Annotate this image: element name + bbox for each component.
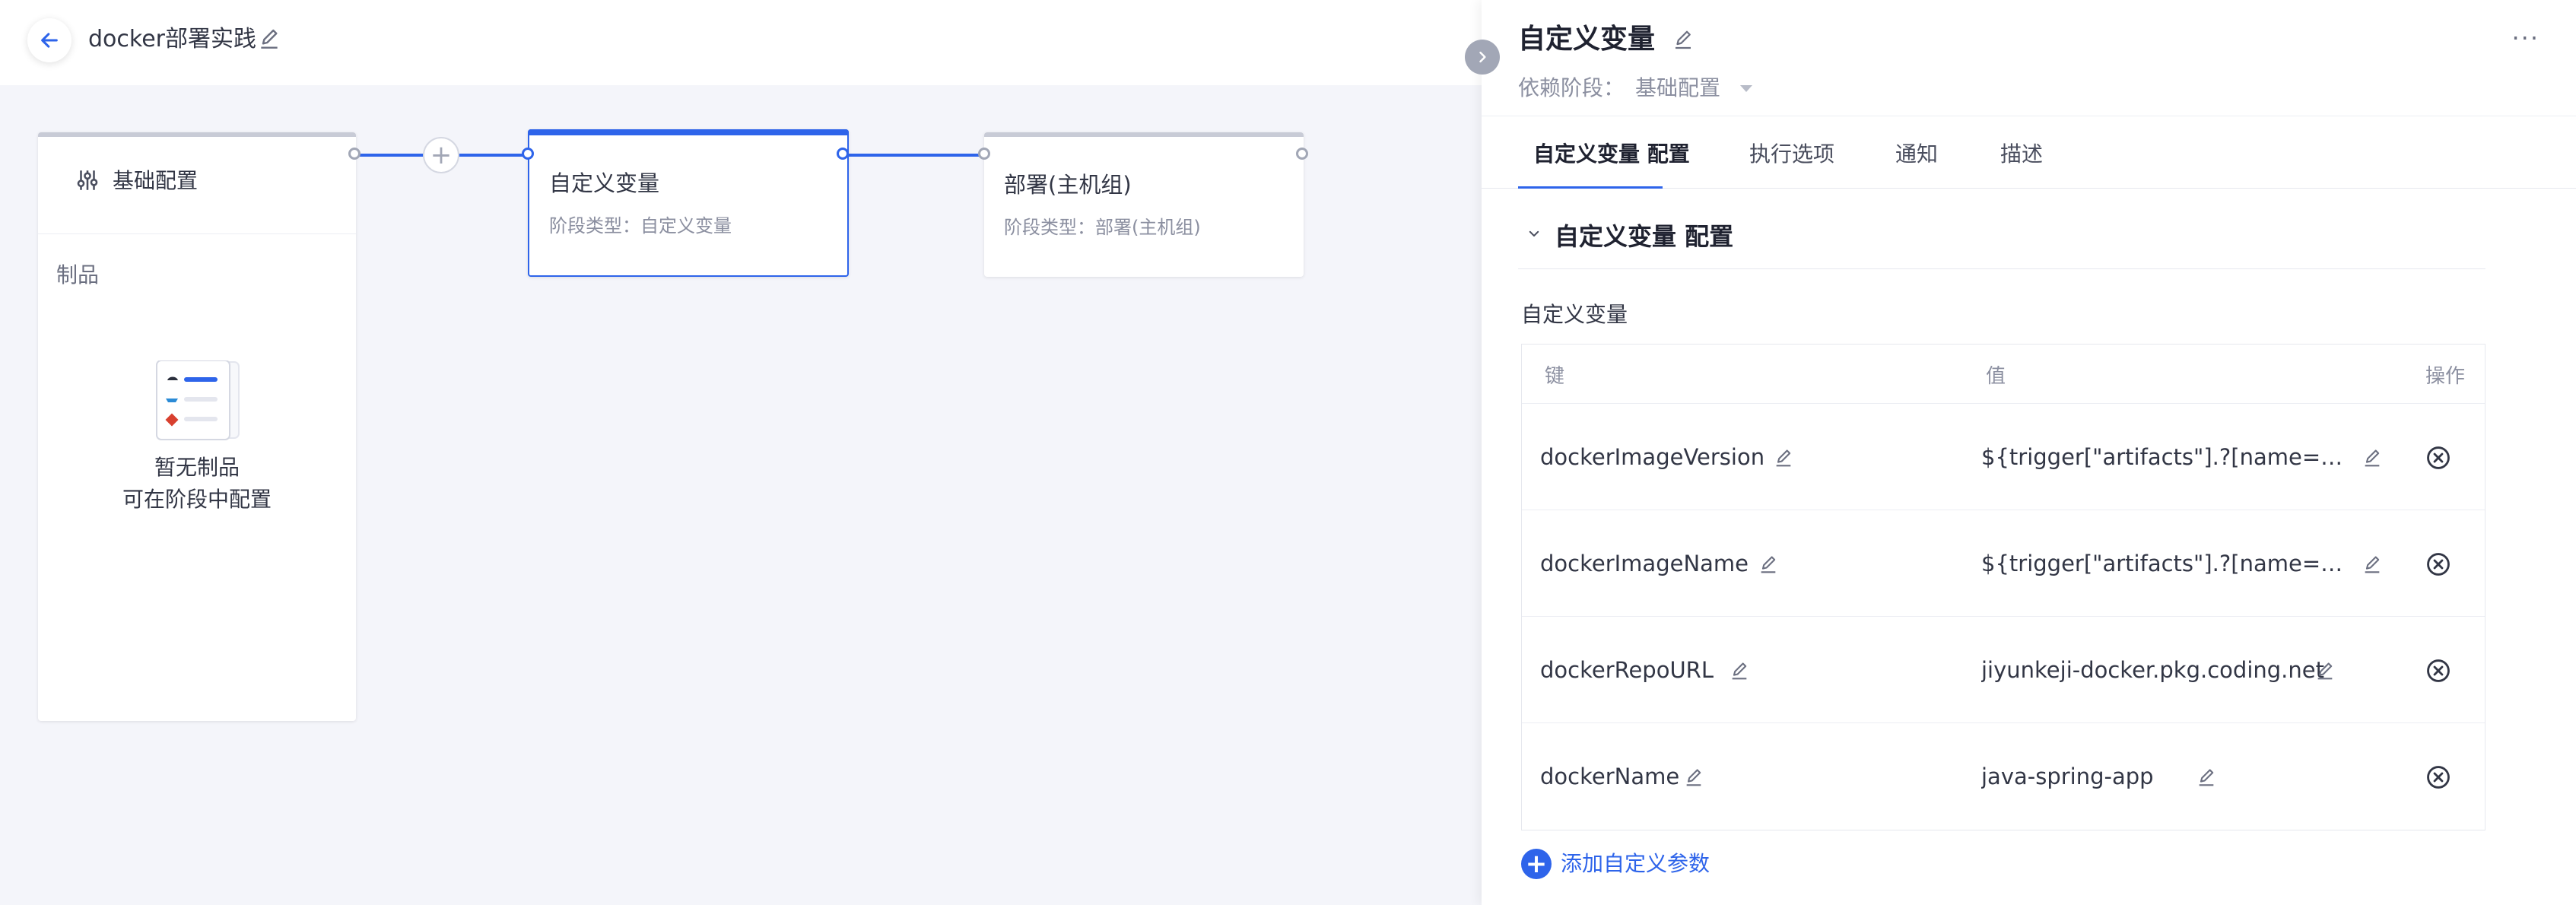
chevron-right-icon [1479,51,1486,63]
add-custom-parameter-button[interactable]: + 添加自定义参数 [1521,847,1710,881]
base-stage-title: 基础配置 [113,168,199,193]
stage-type: 阶段类型：部署(主机组) [1004,217,1201,238]
connector-line [849,154,984,157]
variable-value: jiyunkeji-docker.pkg.coding.net [1981,657,2324,683]
close-circle-icon[interactable] [2425,764,2451,790]
pencil-icon[interactable] [2362,554,2383,576]
variable-key: dockerName [1540,764,1680,789]
column-header-key: 键 [1545,365,1565,388]
pencil-icon[interactable] [2314,661,2336,682]
pencil-icon[interactable] [1683,767,1704,789]
close-circle-icon[interactable] [2425,658,2451,684]
tab-execution-options[interactable]: 执行选项 [1749,139,1834,170]
custom-variables-label: 自定义变量 [1521,302,1628,327]
variables-table: 键 值 操作 dockerImageVersion ${trigger["art… [1521,344,2485,830]
column-header-action: 操作 [2425,365,2466,388]
stage-topline [984,132,1304,137]
stage-card-deploy-host-group[interactable]: 部署(主机组) 阶段类型：部署(主机组) [978,132,1308,277]
variable-value: ${trigger["artifacts"].?[name=="jiy... [1981,444,2346,470]
section-title: 自定义变量 配置 [1555,222,1734,251]
back-button[interactable] [27,18,71,62]
base-stage-header[interactable]: 基础配置 [38,137,356,234]
stage-title: 部署(主机组) [1004,172,1132,198]
variable-key: dockerRepoURL [1540,657,1714,683]
panel-body: 自定义变量 配置 自定义变量 键 值 操作 dockerImageVersion… [1482,189,2576,905]
input-port[interactable] [522,148,534,160]
output-port[interactable] [837,148,849,160]
output-port[interactable] [348,148,361,160]
variable-key: dockerImageVersion [1540,444,1765,470]
stage-title: 自定义变量 [549,170,660,196]
dependency-select[interactable]: 基础配置 [1635,73,1720,103]
panel-title: 自定义变量 [1518,24,1656,55]
stage-config-panel: 自定义变量 ··· 依赖阶段： 基础配置 自定义变量 配置 执行选项 通知 描述… [1482,0,2576,905]
stage-type: 阶段类型：自定义变量 [549,215,732,237]
table-row: dockerImageVersion ${trigger["artifacts"… [1522,404,2485,510]
add-custom-parameter-label: 添加自定义参数 [1561,851,1710,876]
table-row: dockerRepoURL jiyunkeji-docker.pkg.codin… [1522,617,2485,723]
close-circle-icon[interactable] [2425,445,2451,471]
pencil-icon[interactable] [1729,661,1750,682]
table-header-row: 键 值 操作 [1522,345,2485,404]
output-port[interactable] [1296,148,1308,160]
collapse-panel-button[interactable] [1465,40,1500,75]
pencil-icon[interactable] [1672,29,1695,52]
pencil-icon[interactable] [2196,767,2217,789]
section-header[interactable]: 自定义变量 配置 [1518,211,2485,269]
page-title: docker部署实践 [88,26,256,52]
empty-artifacts-title: 暂无制品 [154,455,240,480]
tab-description[interactable]: 描述 [2000,139,2043,170]
tab-custom-variables-config[interactable]: 自定义变量 配置 [1533,139,1690,170]
close-circle-icon[interactable] [2425,551,2451,577]
artifacts-label: 制品 [56,262,100,287]
column-header-value: 值 [1986,365,2006,388]
variable-key: dockerImageName [1540,551,1749,576]
pencil-icon[interactable] [2362,448,2383,469]
stage-card-custom-variables[interactable]: 自定义变量 阶段类型：自定义变量 [522,129,849,277]
table-row: dockerName java-spring-app [1522,723,2485,830]
chevron-down-icon [1529,230,1539,237]
variable-value: ${trigger["artifacts"].?[name=="jiy... [1981,551,2346,576]
pencil-icon[interactable] [257,27,281,52]
top-bar: docker部署实践 [0,0,1483,85]
pencil-icon[interactable] [1773,448,1794,469]
dependency-label: 依赖阶段： [1518,75,1625,100]
variable-value: java-spring-app [1981,764,2154,789]
input-port[interactable] [978,148,990,160]
tab-notifications[interactable]: 通知 [1895,139,1938,170]
pencil-icon[interactable] [1758,554,1779,576]
panel-tabs: 自定义变量 配置 执行选项 通知 描述 [1482,116,2576,189]
table-row: dockerImageName ${trigger["artifacts"].?… [1522,510,2485,617]
arrow-left-icon [41,33,58,48]
sliders-icon [77,170,98,190]
empty-artifacts-illustration [156,360,240,440]
base-config-stage[interactable]: 基础配置 制品 暂无制品 可在阶段中配置 [38,132,361,721]
more-options-button[interactable]: ··· [2511,26,2539,50]
plus-circle-icon: + [1521,849,1552,879]
caret-down-icon[interactable] [1740,85,1752,92]
add-stage-button[interactable]: + [423,137,459,173]
pipeline-canvas: + 基础配置 制品 暂无制品 可在阶段中配置 自定义变量 阶段类型：自定义变量 … [0,85,1483,905]
stage-topline [528,129,849,135]
empty-artifacts-hint: 可在阶段中配置 [122,487,272,512]
